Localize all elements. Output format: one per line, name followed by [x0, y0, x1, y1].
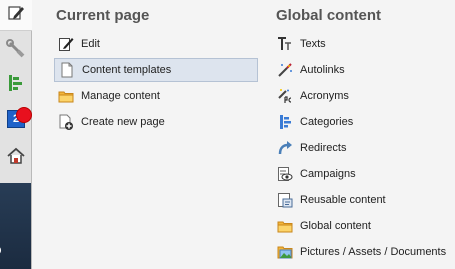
- global-content-heading: Global content: [276, 7, 381, 24]
- menu-item-label: Global content: [300, 220, 371, 232]
- menu-item-categories[interactable]: Categories: [275, 110, 453, 134]
- menu-item-label: Pictures / Assets / Documents: [300, 246, 447, 258]
- menu-item-pictures-assets-documents[interactable]: Pictures / Assets / Documents: [275, 240, 453, 264]
- pictures-icon: [277, 244, 293, 260]
- tools-button[interactable]: [0, 36, 32, 66]
- menu-item-label: Content templates: [82, 64, 172, 76]
- current-page-heading: Current page: [56, 7, 150, 24]
- menu-item-label: Manage content: [81, 90, 160, 102]
- menu-item-label: Categories: [300, 116, 354, 128]
- redirects-icon: [277, 140, 293, 156]
- menu-item-acronyms[interactable]: Acronyms: [275, 84, 453, 108]
- left-toolbar: 2 O: [0, 0, 32, 269]
- menu-item-label: Campaigns: [300, 168, 356, 180]
- campaigns-icon: [277, 166, 293, 182]
- menu-item-label: Redirects: [300, 142, 347, 154]
- menu-item-label: Autolinks: [300, 64, 345, 76]
- menu-item-global-content[interactable]: Global content: [275, 214, 453, 238]
- reusable-content-icon: [277, 192, 293, 208]
- home-button[interactable]: [0, 143, 32, 173]
- categories-icon: [277, 114, 293, 130]
- folder-icon: [277, 218, 293, 234]
- structure-icon: [6, 73, 26, 98]
- menu-item-label: Edit: [81, 38, 100, 50]
- menu-item-create-new-page[interactable]: Create new page: [54, 110, 258, 134]
- brand-strip: O: [0, 183, 31, 269]
- menu-item-reusable-content[interactable]: Reusable content: [275, 188, 453, 212]
- menu-item-redirects[interactable]: Redirects: [275, 136, 453, 160]
- folder-icon: [58, 88, 74, 104]
- texts-icon: [277, 36, 293, 52]
- menu-item-label: Reusable content: [300, 194, 386, 206]
- menu-item-edit[interactable]: Edit: [54, 32, 258, 56]
- autolinks-icon: [277, 62, 293, 78]
- menu-item-label: Texts: [300, 38, 326, 50]
- tools-icon: [6, 38, 26, 64]
- menu-item-label: Acronyms: [300, 90, 349, 102]
- structure-button[interactable]: [0, 70, 32, 100]
- menu-item-manage-content[interactable]: Manage content: [54, 84, 258, 108]
- edit-mode-button[interactable]: [0, 0, 32, 31]
- pencil-icon: [58, 36, 74, 52]
- template-icon: [59, 62, 75, 78]
- home-icon: [6, 146, 26, 171]
- menu-item-content-templates[interactable]: Content templates: [54, 58, 258, 82]
- menu-item-texts[interactable]: Texts: [275, 32, 453, 56]
- edit-icon: [7, 4, 25, 27]
- menu-item-label: Create new page: [81, 116, 165, 128]
- menu-item-autolinks[interactable]: Autolinks: [275, 58, 453, 82]
- acronyms-icon: [277, 88, 293, 104]
- new-page-icon: [58, 114, 74, 130]
- brand-text: O: [0, 246, 4, 255]
- notification-badge: [16, 107, 32, 123]
- menu-item-campaigns[interactable]: Campaigns: [275, 162, 453, 186]
